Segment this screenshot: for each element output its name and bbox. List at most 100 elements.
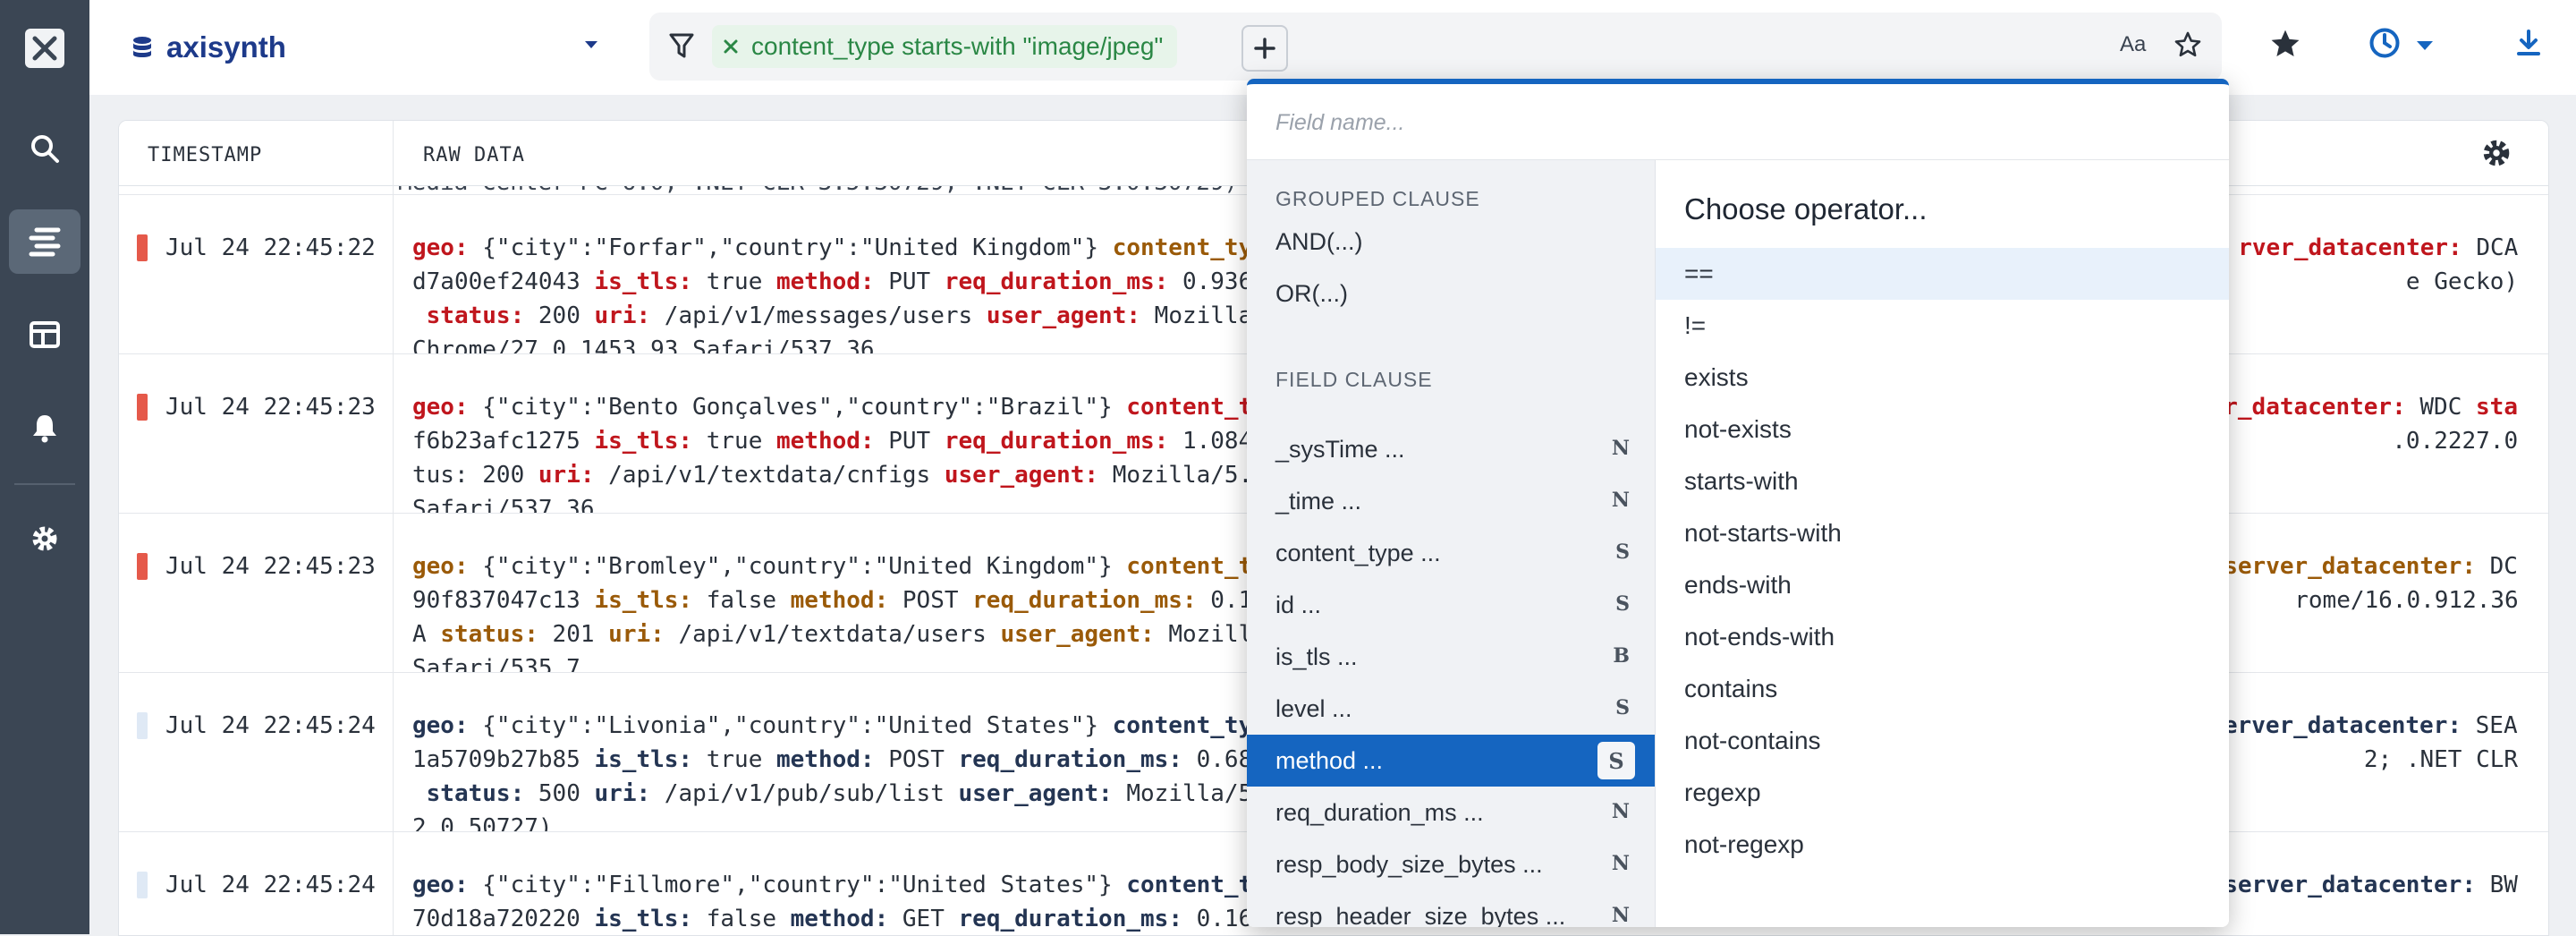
field-clause-item[interactable]: is_tls ... B [1247, 631, 1655, 683]
raw-value: true [692, 746, 776, 773]
field-type-badge: B [1613, 644, 1630, 668]
raw-value: 70d18a720220 [412, 906, 595, 932]
rail-divider [14, 483, 75, 485]
field-type-badge: S [1597, 742, 1635, 779]
field-clause-item[interactable]: _time ... N [1247, 475, 1655, 527]
remove-filter-close-icon[interactable] [723, 38, 739, 55]
column-header-timestamp[interactable]: TIMESTAMP [148, 144, 262, 166]
dataset-chevron-down-icon[interactable] [583, 39, 599, 50]
field-type-badge: N [1611, 489, 1630, 512]
raw-key: req_duration_ms: [972, 587, 1197, 614]
field-clause-item[interactable]: level ... S [1247, 683, 1655, 735]
filter-builder-dropdown: GROUPED CLAUSE FIELD CLAUSE AND(...) OR(.… [1247, 79, 2229, 927]
field-name-label: is_tls ... [1275, 642, 1358, 670]
field-clause-item[interactable]: id ... S [1247, 579, 1655, 631]
raw-value: 90f837047c13 [412, 587, 595, 614]
field-clause-item[interactable]: _sysTime ... N [1247, 423, 1655, 475]
raw-key: content_t [1126, 872, 1253, 898]
raw-key: server_datacenter: [2209, 712, 2462, 739]
raw-value: rome/16.0.912.36 [2294, 587, 2519, 614]
field-clause-item[interactable]: content_type ... S [1247, 527, 1655, 579]
download-icon[interactable] [2515, 29, 2542, 57]
operator-item[interactable]: not-ends-with [1656, 611, 2229, 663]
operator-item[interactable]: not-regexp [1656, 819, 2229, 871]
raw-value: 201 [538, 621, 609, 648]
starred-queries-star-icon[interactable] [2268, 27, 2302, 61]
case-sensitivity-toggle[interactable]: Aa [2120, 32, 2146, 57]
operator-item[interactable]: exists [1656, 352, 2229, 404]
raw-value: /api/v1/messages/users [650, 302, 987, 329]
raw-value: POST [888, 587, 973, 614]
app-logo-icon[interactable] [25, 29, 64, 68]
nav-settings-gear-icon[interactable] [9, 506, 80, 571]
grouped-clause-item[interactable]: AND(...) [1247, 216, 1655, 268]
raw-key: geo: [412, 394, 469, 421]
nav-monitors-bell-icon[interactable] [9, 396, 80, 460]
field-clause-item[interactable]: method ... S [1247, 735, 1655, 787]
raw-value: e Gecko) [2405, 268, 2519, 295]
field-name-label: req_duration_ms ... [1275, 798, 1484, 826]
row-timestamp: Jul 24 22:45:23 [165, 394, 376, 421]
nav-search-icon[interactable] [9, 116, 80, 181]
raw-key: status: [412, 780, 525, 807]
raw-key: method: [790, 906, 889, 932]
nav-dashboards-icon[interactable] [9, 302, 80, 367]
grouped-clause-label: OR(...) [1275, 279, 1348, 307]
raw-key: sta [2476, 394, 2518, 421]
raw-value: Mozilla/5. [1112, 780, 1267, 807]
raw-key: geo: [412, 553, 469, 580]
partial-row-text: Media Center PC 6.0; .NET CLR 3.5.30729;… [398, 185, 1238, 194]
raw-key: method: [776, 428, 875, 455]
operator-item[interactable]: regexp [1656, 767, 2229, 819]
raw-key: req_duration_ms: [958, 906, 1182, 932]
column-header-raw-data[interactable]: RAW DATA [423, 144, 525, 166]
raw-key: content_ty [1112, 234, 1253, 261]
time-range-chevron-down-icon[interactable] [2415, 39, 2435, 52]
field-type-badge: S [1615, 592, 1630, 616]
save-query-star-icon[interactable] [2174, 30, 2202, 59]
operator-item[interactable]: not-contains [1656, 715, 2229, 767]
raw-value: Chrome/27.0.1453.93 Safari/537.36 [412, 336, 875, 354]
field-clause-item[interactable]: req_duration_ms ... N [1247, 787, 1655, 838]
field-clause-item[interactable]: resp_header_size_bytes ... N [1247, 890, 1655, 928]
operator-item[interactable]: ends-with [1656, 559, 2229, 611]
operator-item[interactable]: not-exists [1656, 404, 2229, 455]
raw-value: /api/v1/pub/sub/list [650, 780, 959, 807]
raw-key: content_t [1126, 394, 1253, 421]
raw-value: true [692, 268, 776, 295]
field-name-input[interactable] [1274, 104, 2172, 141]
field-type-badge: S [1615, 696, 1630, 719]
filter-chip[interactable]: content_type starts-with "image/jpeg" [712, 25, 1178, 68]
raw-key: rver_datacenter: [2238, 234, 2462, 261]
table-settings-gear-icon[interactable] [2480, 137, 2512, 169]
field-clause-item[interactable]: resp_body_size_bytes ... N [1247, 838, 1655, 890]
field-type-badge: N [1611, 437, 1630, 460]
raw-value: .0.2227.0 [2392, 428, 2519, 455]
raw-key: user_agent: [958, 780, 1113, 807]
time-range-clock-icon[interactable] [2368, 27, 2401, 59]
operator-label: not-exists [1684, 415, 1792, 443]
query-bar[interactable]: content_type starts-with "image/jpeg" Aa [649, 13, 2222, 81]
raw-value: Safari/537.36 [412, 496, 595, 514]
grouped-clause-header: GROUPED CLAUSE [1275, 187, 1480, 210]
operator-item[interactable]: != [1656, 300, 2229, 352]
field-name-label: method ... [1275, 746, 1384, 774]
dataset-selector[interactable]: axisynth [132, 0, 286, 95]
field-name-label: level ... [1275, 694, 1352, 722]
raw-value: 2.0.50727) [412, 814, 553, 832]
raw-key: uri: [538, 462, 595, 489]
operator-title: Choose operator... [1684, 192, 1928, 225]
operator-item[interactable]: not-starts-with [1656, 507, 2229, 559]
row-timestamp: Jul 24 22:45:24 [165, 872, 376, 898]
raw-key: req_duration_ms: [958, 746, 1182, 773]
add-filter-button[interactable] [1241, 25, 1288, 72]
raw-key: user_agent: [944, 462, 1099, 489]
grouped-clause-item[interactable]: OR(...) [1247, 268, 1655, 319]
operator-item[interactable]: contains [1656, 663, 2229, 715]
filter-icon[interactable] [669, 32, 694, 59]
operator-item[interactable]: starts-with [1656, 455, 2229, 507]
raw-value: Mozill [1154, 621, 1253, 648]
operator-label: starts-with [1684, 467, 1799, 495]
nav-stream-icon[interactable] [9, 209, 80, 274]
operator-item[interactable]: == [1656, 248, 2229, 300]
